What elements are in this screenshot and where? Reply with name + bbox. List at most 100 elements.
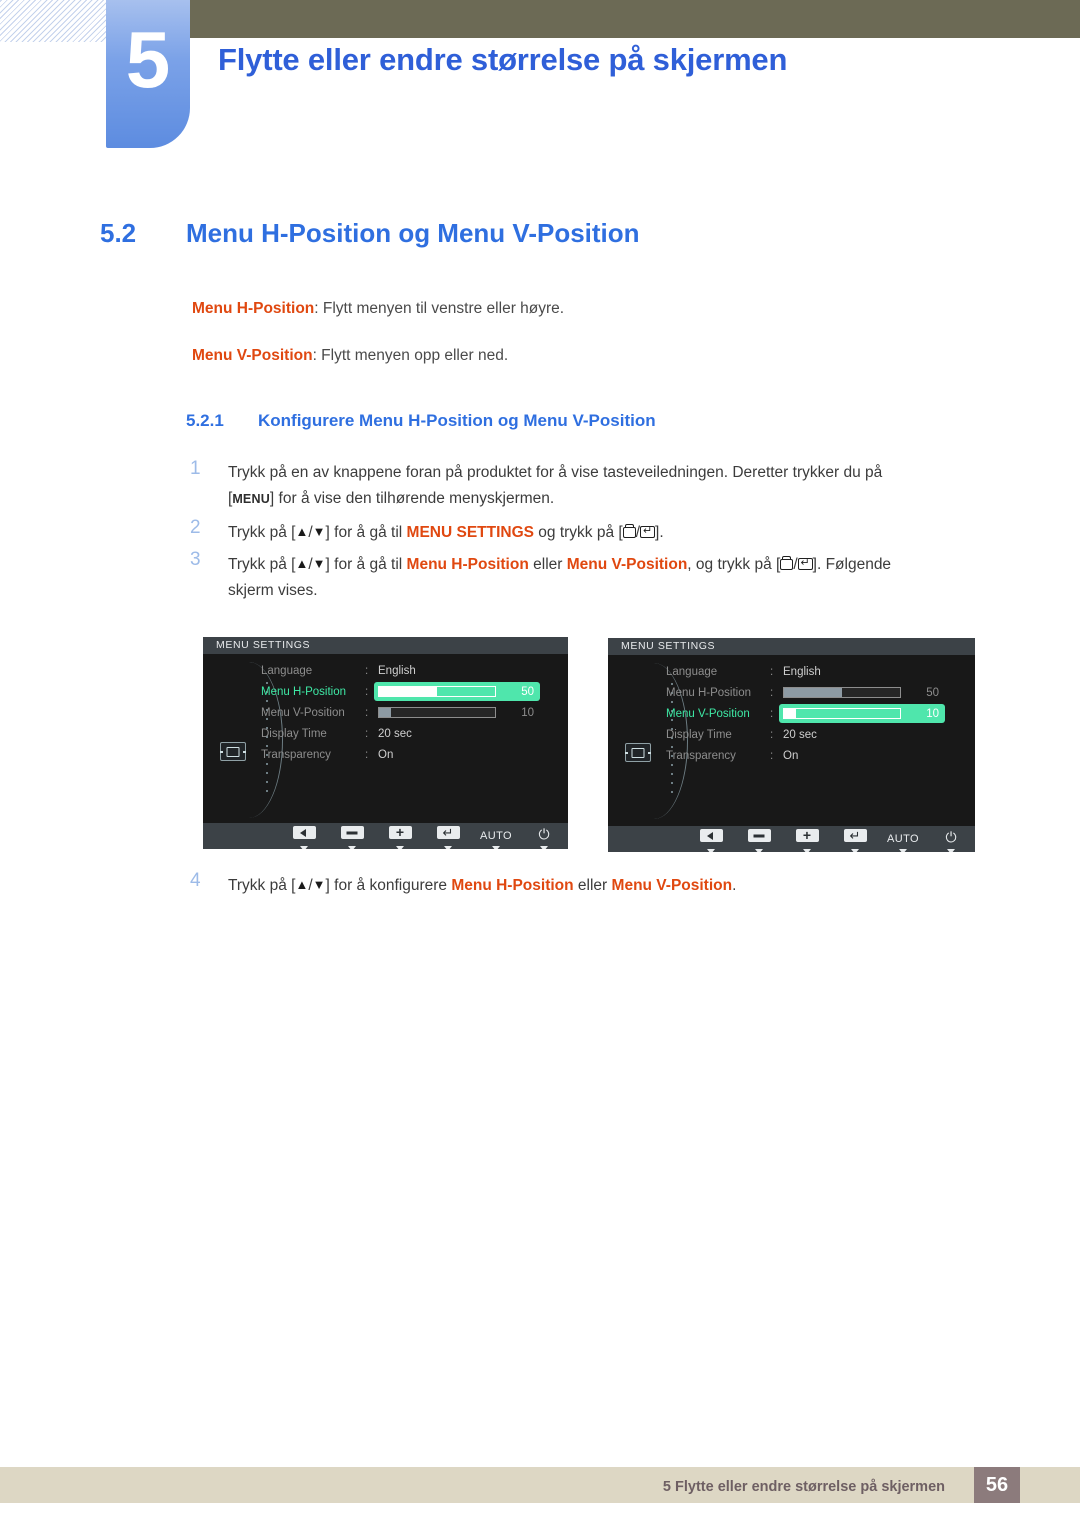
chapter-number: 5 [125, 15, 171, 104]
enter-button[interactable] [424, 824, 472, 849]
step-3-keyword-1: Menu H-Position [406, 556, 529, 573]
osd-colon: : [365, 664, 369, 677]
menu-settings-icon [625, 743, 651, 762]
intro-keyword-h: Menu H-Position [192, 300, 315, 317]
osd-row-language[interactable]: Language : English [666, 661, 969, 682]
osd-colon: : [770, 665, 774, 678]
step-3-part-a: Trykk på [ [228, 556, 296, 573]
auto-button[interactable]: AUTO [879, 829, 927, 852]
step-4-keyword-1: Menu H-Position [451, 877, 574, 894]
left-arrow-icon [292, 826, 316, 839]
auto-button[interactable]: AUTO [472, 826, 520, 849]
step-2-number: 2 [190, 517, 201, 538]
step-2-part-a: Trykk på [ [228, 524, 296, 541]
osd-row-display-time[interactable]: Display Time : 20 sec [666, 724, 969, 745]
plus-button[interactable] [376, 825, 424, 849]
step-3-mid: eller [533, 556, 563, 573]
minus-button[interactable] [735, 829, 783, 852]
intro-line-h-position: Menu H-Position: Flytt menyen til venstr… [192, 299, 564, 319]
subsection-number: 5.2.1 [186, 411, 224, 430]
caret-down-icon [755, 849, 763, 852]
step-4-text: Trykk på [▲/▼] for å konfigurere Menu H-… [228, 872, 1020, 899]
step-2-text: Trykk på [▲/▼] for å gå til MENU SETTING… [228, 519, 1020, 546]
osd-slider-value: 50 [926, 686, 939, 699]
osd-left-button-bar: AUTO ⏻ [203, 823, 568, 849]
power-button[interactable]: ⏻ [520, 826, 568, 849]
subsection-title: Konfigurere Menu H-Position og Menu V-Po… [258, 411, 656, 430]
minus-icon [747, 829, 771, 842]
left-arrow-button[interactable] [280, 826, 328, 849]
osd-label: Menu V-Position [261, 706, 345, 719]
step-4-part-c: . [732, 877, 737, 894]
osd-value: 20 sec [783, 728, 817, 741]
caret-down-icon [851, 849, 859, 852]
osd-slider-value: 10 [926, 707, 939, 720]
plus-button[interactable] [783, 828, 831, 852]
step-2-keyword: MENU SETTINGS [406, 524, 534, 541]
osd-colon: : [770, 749, 774, 762]
power-button[interactable]: ⏻ [927, 829, 975, 852]
osd-slider-v[interactable]: 10 [779, 704, 945, 723]
osd-slider-v[interactable]: 10 [378, 703, 540, 722]
auto-label: AUTO [887, 833, 919, 845]
up-arrow-icon: ▲ [295, 524, 309, 539]
step-3-part-f: skjerm vises. [228, 582, 318, 599]
step-4-number: 4 [190, 870, 201, 891]
osd-row-language[interactable]: Language : English [261, 660, 562, 681]
menu-settings-icon [220, 742, 246, 761]
osd-row-menu-v-position[interactable]: Menu V-Position : 10 [261, 702, 562, 723]
osd-label: Transparency [261, 748, 331, 761]
down-arrow-icon: ▼ [312, 877, 326, 892]
osd-label: Language [261, 664, 313, 677]
osd-value: On [783, 749, 799, 762]
osd-left-rows: Language : English Menu H-Position : 50 [261, 660, 562, 765]
osd-row-menu-h-position[interactable]: Menu H-Position : 50 [261, 681, 562, 702]
osd-slider-value: 50 [521, 685, 534, 698]
osd-colon: : [770, 728, 774, 741]
osd-slider-h[interactable]: 50 [374, 682, 540, 701]
power-icon: ⏻ [538, 826, 550, 842]
osd-value: English [378, 664, 416, 677]
chapter-title: Flytte eller endre størrelse på skjermen [218, 42, 788, 77]
osd-screenshot-right: MENU SETTINGS Language : English Menu H-… [608, 638, 975, 852]
step-3-keyword-2: Menu V-Position [566, 556, 688, 573]
intro-text-h: : Flytt menyen til venstre eller høyre. [314, 300, 565, 317]
auto-label: AUTO [480, 830, 512, 842]
osd-right-body: Language : English Menu H-Position : 50 [608, 655, 975, 826]
step-3: 3 Trykk på [▲/▼] for å gå til Menu H-Pos… [190, 549, 1020, 604]
caret-down-icon [707, 849, 715, 852]
document-page: 5 Flytte eller endre størrelse på skjerm… [0, 0, 1080, 1527]
osd-slider-h[interactable]: 50 [783, 683, 945, 702]
step-2-part-e: ]. [655, 524, 664, 541]
step-3-part-c: , og trykk på [ [687, 556, 781, 573]
osd-slider-track [783, 708, 901, 719]
step-1-bracket-close: ] [269, 490, 275, 507]
osd-row-display-time[interactable]: Display Time : 20 sec [261, 723, 562, 744]
osd-colon: : [365, 748, 369, 761]
osd-row-transparency[interactable]: Transparency : On [261, 744, 562, 765]
step-1-part-a: Trykk på en av knappene foran på produkt… [228, 464, 883, 481]
enter-icon [843, 827, 867, 844]
left-arrow-icon [699, 829, 723, 842]
osd-slider-fill [784, 688, 842, 697]
osd-label: Language [666, 665, 718, 678]
hatch-decoration [0, 0, 106, 42]
step-2-part-b: ] for å gå til [325, 524, 403, 541]
osd-label: Menu V-Position [666, 707, 750, 720]
osd-slider-fill [379, 708, 391, 717]
left-arrow-button[interactable] [687, 829, 735, 852]
osd-label: Display Time [666, 728, 732, 741]
osd-row-transparency[interactable]: Transparency : On [666, 745, 969, 766]
down-arrow-icon: ▼ [312, 524, 326, 539]
caret-down-icon [348, 846, 356, 849]
down-arrow-icon: ▼ [312, 556, 326, 571]
footer-chapter-text: 5 Flytte eller endre størrelse på skjerm… [662, 1479, 945, 1495]
osd-row-menu-h-position[interactable]: Menu H-Position : 50 [666, 682, 969, 703]
minus-button[interactable] [328, 826, 376, 849]
osd-row-menu-v-position[interactable]: Menu V-Position : 10 [666, 703, 969, 724]
plus-icon [388, 825, 412, 840]
osd-colon: : [365, 727, 369, 740]
enter-button[interactable] [831, 827, 879, 852]
up-arrow-icon: ▲ [295, 877, 309, 892]
osd-slider-fill [379, 687, 437, 696]
